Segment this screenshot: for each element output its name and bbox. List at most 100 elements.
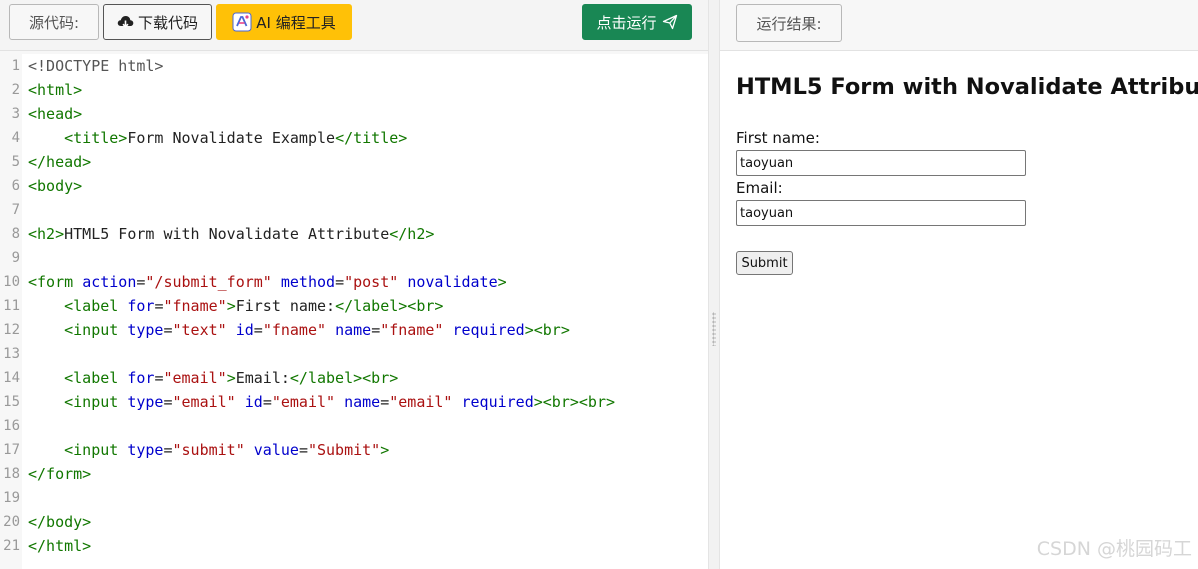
code-token: id	[244, 393, 263, 411]
code-line: <form action="/submit_form" method="post…	[28, 270, 507, 294]
code-token: >	[380, 441, 390, 459]
line-number: 12	[3, 322, 20, 338]
code-token: type	[127, 393, 164, 411]
first-name-label: First name:	[736, 129, 820, 147]
code-token: "/submit_form"	[145, 273, 272, 291]
code-line: <!DOCTYPE html>	[28, 54, 163, 78]
run-button-label: 点击运行	[596, 13, 657, 32]
editor-toolbar: 源代码: 下载代码 AI 编程工具 点击运行	[0, 0, 708, 51]
ai-tool-button[interactable]: AI 编程工具	[216, 4, 352, 40]
code-line: </form>	[28, 462, 91, 486]
line-number: 4	[11, 130, 20, 146]
code-line: <head>	[28, 102, 82, 126]
line-number: 19	[3, 490, 20, 506]
code-token: <label	[64, 369, 119, 387]
source-code-label-text: 源代码:	[28, 13, 80, 32]
line-number: 15	[3, 394, 20, 410]
code-editor[interactable]: <!DOCTYPE html> <html> <head> <title>Form …	[22, 54, 708, 569]
watermark: CSDN @桃园码工	[1036, 538, 1192, 560]
code-token: =	[371, 321, 381, 339]
splitter-grip-icon[interactable]	[712, 312, 716, 346]
code-token: HTML5 Form with Novalidate Attribute	[64, 225, 390, 243]
code-token: value	[253, 441, 299, 459]
code-line: <label for="fname">First name:</label><b…	[28, 294, 443, 318]
code-line: <body>	[28, 174, 82, 198]
ai-tool-icon	[232, 12, 252, 32]
code-line: <input type="email" id="email" name="ema…	[28, 390, 615, 414]
code-token: =	[163, 441, 173, 459]
code-token: </body>	[28, 513, 92, 531]
code-token: for	[127, 369, 155, 387]
code-token: =	[380, 393, 390, 411]
code-token: </form>	[28, 465, 92, 483]
code-token: Email:	[235, 369, 290, 387]
code-token: "Submit"	[307, 441, 381, 459]
code-line: <input type="text" id="fname" name="fnam…	[28, 318, 570, 342]
download-code-label: 下载代码	[137, 13, 198, 32]
line-number: 9	[11, 250, 20, 266]
line-number: 3	[11, 106, 20, 122]
code-token: </label><br>	[335, 297, 444, 315]
code-token: </label><br>	[289, 369, 399, 387]
line-number: 13	[3, 346, 20, 362]
code-token: First name:	[235, 297, 336, 315]
download-code-button[interactable]: 下载代码	[103, 4, 212, 40]
result-label-text: 运行结果:	[756, 14, 822, 33]
code-line: <input type="submit" value="Submit">	[28, 438, 389, 462]
code-token: <input	[64, 321, 119, 339]
code-token: =	[163, 393, 173, 411]
code-token: =	[253, 321, 263, 339]
code-token: novalidate	[407, 273, 498, 291]
send-icon	[662, 14, 678, 30]
code-token: <body>	[28, 177, 83, 195]
code-token: id	[235, 321, 254, 339]
code-token: "submit"	[172, 441, 245, 459]
code-token: <title>	[64, 129, 128, 147]
code-token: "post"	[344, 273, 399, 291]
code-token: =	[163, 321, 173, 339]
code-line: <label for="email">Email:</label><br>	[28, 366, 398, 390]
run-button[interactable]: 点击运行	[582, 4, 692, 40]
line-number: 2	[11, 82, 20, 98]
code-line: </body>	[28, 510, 91, 534]
code-token: "email"	[163, 369, 227, 387]
code-token: >	[226, 369, 236, 387]
line-number: 20	[3, 514, 20, 530]
submit-button[interactable]	[736, 251, 793, 275]
code-token: method	[280, 273, 336, 291]
code-token: "fname"	[163, 297, 227, 315]
code-line: </html>	[28, 534, 91, 558]
code-token: >	[497, 273, 507, 291]
pane-splitter[interactable]	[708, 0, 720, 569]
code-token: "fname"	[380, 321, 444, 339]
code-token: <h2>	[28, 225, 65, 243]
line-number: 7	[11, 202, 20, 218]
email-input[interactable]	[736, 200, 1026, 226]
code-token: >	[226, 297, 236, 315]
line-number: 10	[3, 274, 20, 290]
code-token: required	[452, 321, 525, 339]
code-token: ><br>	[524, 321, 570, 339]
first-name-input[interactable]	[736, 150, 1026, 176]
ai-tool-label: AI 编程工具	[256, 13, 336, 32]
code-token: "fname"	[262, 321, 327, 339]
source-code-label: 源代码:	[9, 4, 99, 40]
code-token: "email"	[389, 393, 453, 411]
code-token: required	[461, 393, 534, 411]
line-number: 5	[11, 154, 20, 170]
cloud-download-icon	[117, 15, 134, 30]
code-token: <input	[64, 441, 119, 459]
code-token: for	[127, 297, 155, 315]
